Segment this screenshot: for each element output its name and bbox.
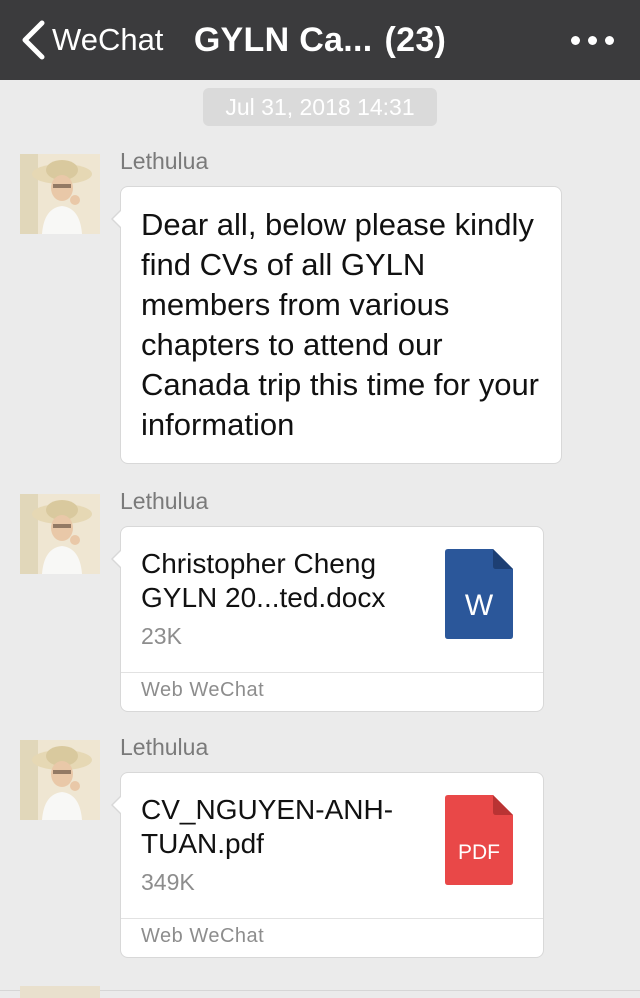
avatar-image <box>20 740 100 820</box>
file-message-card[interactable]: Christopher Cheng GYLN 20...ted.docx 23K… <box>111 526 544 712</box>
avatar-partial <box>20 986 100 998</box>
avatar[interactable] <box>20 740 100 820</box>
file-footer: Web WeChat <box>121 918 543 957</box>
avatar-image <box>20 154 100 234</box>
pdf-document-icon: PDF <box>445 795 513 885</box>
file-source: Web WeChat <box>141 679 265 701</box>
sender-name: Lethulua <box>120 734 209 760</box>
member-count: (23) <box>384 20 447 59</box>
file-size: 23K <box>141 623 182 649</box>
more-dot-icon <box>588 35 597 45</box>
avatar[interactable] <box>20 154 100 234</box>
more-dot-icon <box>571 35 580 45</box>
chat-title: GYLN Ca... (23) <box>0 0 640 80</box>
file-name: Christopher Cheng GYLN 20...ted.docx <box>141 548 386 613</box>
avatar-image <box>20 494 100 574</box>
more-options-button[interactable] <box>571 0 614 80</box>
avatar[interactable] <box>20 494 100 574</box>
file-message-card[interactable]: CV_NGUYEN-ANH-TUAN.pdf 349K PDF Web WeCh… <box>111 772 544 958</box>
file-name: CV_NGUYEN-ANH-TUAN.pdf <box>141 794 394 859</box>
sender-name: Lethulua <box>120 488 209 514</box>
word-document-icon: W <box>445 549 513 639</box>
file-type-label: W <box>465 589 494 622</box>
timestamp-pill: Jul 31, 2018 14:31 <box>203 88 437 126</box>
navigation-bar: WeChat GYLN Ca... (23) <box>0 0 640 80</box>
text-message-bubble[interactable]: Dear all, below please kindly find CVs o… <box>111 186 562 464</box>
group-name: GYLN Ca... <box>193 20 373 59</box>
file-footer: Web WeChat <box>121 672 543 711</box>
more-dot-icon <box>605 35 614 45</box>
file-source: Web WeChat <box>141 925 265 947</box>
file-type-label: PDF <box>458 841 500 864</box>
sender-name: Lethulua <box>120 148 209 174</box>
file-size: 349K <box>141 869 195 895</box>
